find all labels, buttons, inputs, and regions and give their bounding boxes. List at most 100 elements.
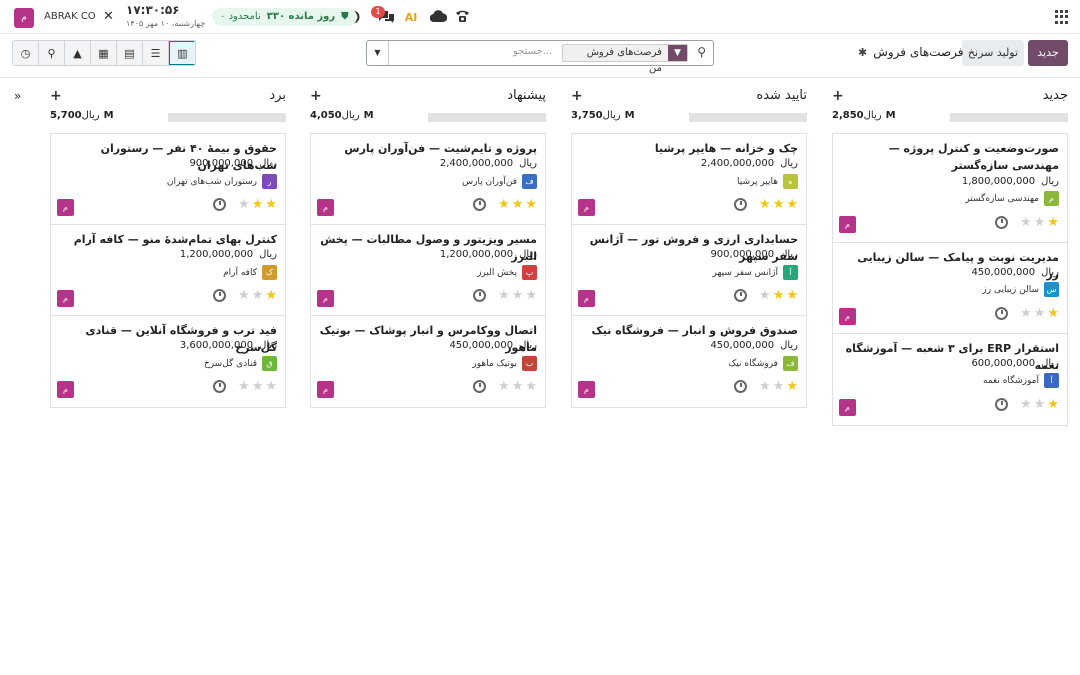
add-card-icon[interactable]: +: [571, 88, 583, 104]
search-input[interactable]: جستجو...: [513, 46, 552, 57]
star-icon[interactable]: ★: [265, 380, 277, 393]
star-icon[interactable]: ★: [773, 380, 785, 393]
owner-avatar[interactable]: م: [578, 290, 595, 307]
opportunity-card[interactable]: حقوق و بیمهٔ ۴۰ نفر — رستوران شب‌های تهر…: [51, 134, 285, 225]
owner-avatar[interactable]: م: [57, 290, 74, 307]
cloud-icon[interactable]: [429, 8, 447, 24]
opportunity-card[interactable]: چک و خزانه — هایپر پرشیا ریال 2,400,000,0…: [572, 134, 806, 225]
add-card-icon[interactable]: +: [310, 88, 322, 104]
column-progress-bar[interactable]: [950, 113, 1068, 122]
activity-clock-icon[interactable]: [213, 198, 226, 211]
star-icon[interactable]: ★: [1020, 216, 1032, 229]
search-facet[interactable]: ▼ فرصت‌های فروش من: [562, 44, 688, 74]
owner-avatar[interactable]: م: [57, 199, 74, 216]
facet-remove-icon[interactable]: [563, 45, 569, 61]
owner-avatar[interactable]: م: [839, 308, 856, 325]
star-icon[interactable]: ★: [773, 198, 785, 211]
priority-stars[interactable]: ★ ★ ★: [1020, 307, 1059, 320]
opportunity-card[interactable]: مسیر ویزیتور و وصول مطالبات — پخش البرز …: [311, 225, 545, 316]
star-icon[interactable]: ★: [1034, 398, 1046, 411]
star-icon[interactable]: ★: [498, 289, 510, 302]
owner-avatar[interactable]: م: [839, 399, 856, 416]
star-icon[interactable]: ★: [252, 289, 264, 302]
activity-clock-icon[interactable]: [213, 380, 226, 393]
star-icon[interactable]: ★: [759, 289, 771, 302]
priority-stars[interactable]: ★ ★ ★: [498, 289, 537, 302]
opportunity-card[interactable]: صورت‌وضعیت و کنترل پروژه — مهندسی سازه‌گ…: [833, 134, 1067, 243]
graph-view-icon[interactable]: ▲: [65, 41, 91, 65]
column-title[interactable]: تایید شده: [756, 88, 807, 103]
owner-avatar[interactable]: م: [578, 381, 595, 398]
priority-stars[interactable]: ★ ★ ★: [1020, 398, 1059, 411]
new-button[interactable]: جدید: [1028, 40, 1068, 66]
column-progress-bar[interactable]: [689, 113, 807, 122]
activity-clock-icon[interactable]: [995, 307, 1008, 320]
star-icon[interactable]: ★: [238, 198, 250, 211]
add-card-icon[interactable]: +: [50, 88, 62, 104]
star-icon[interactable]: ★: [1020, 398, 1032, 411]
star-icon[interactable]: ★: [786, 289, 798, 302]
activity-view-icon[interactable]: ◷: [13, 41, 39, 65]
star-icon[interactable]: ★: [252, 198, 264, 211]
star-icon[interactable]: ★: [252, 380, 264, 393]
star-icon[interactable]: ★: [265, 289, 277, 302]
opportunity-card[interactable]: فید ترب و فروشگاه آنلاین — قنادی گل‌سرخ …: [51, 316, 285, 407]
activity-clock-icon[interactable]: [734, 289, 747, 302]
star-icon[interactable]: ★: [265, 198, 277, 211]
star-icon[interactable]: ★: [786, 380, 798, 393]
star-icon[interactable]: ★: [1020, 307, 1032, 320]
opportunity-card[interactable]: کنترل بهای تمام‌شدهٔ منو — کافه آرام ریا…: [51, 225, 285, 316]
owner-avatar[interactable]: م: [317, 199, 334, 216]
priority-stars[interactable]: ★ ★ ★: [759, 198, 798, 211]
opportunity-card[interactable]: حسابداری ارزی و فروش تور — آژانس سفر سپه…: [572, 225, 806, 316]
star-icon[interactable]: ★: [759, 198, 771, 211]
column-title[interactable]: برد: [269, 88, 286, 103]
brand-logo[interactable]: م: [14, 8, 34, 28]
star-icon[interactable]: ★: [512, 198, 524, 211]
column-progress-bar[interactable]: [428, 113, 546, 122]
opportunity-card[interactable]: استقرار ERP برای ۳ شعبه — آموزشگاه نغمه …: [833, 334, 1067, 425]
star-icon[interactable]: ★: [786, 198, 798, 211]
star-icon[interactable]: ★: [512, 289, 524, 302]
tools-icon[interactable]: ✕: [103, 10, 117, 24]
activity-clock-icon[interactable]: [995, 398, 1008, 411]
priority-stars[interactable]: ★ ★ ★: [759, 289, 798, 302]
apps-menu-icon[interactable]: [1055, 10, 1069, 24]
activity-clock-icon[interactable]: [473, 380, 486, 393]
phone-icon[interactable]: [454, 8, 470, 24]
company-name[interactable]: ABRAK CO: [44, 11, 96, 22]
expand-columns-icon[interactable]: »: [14, 89, 21, 103]
star-icon[interactable]: ★: [759, 380, 771, 393]
owner-avatar[interactable]: م: [317, 381, 334, 398]
column-progress-bar[interactable]: [168, 113, 286, 122]
pivot-view-icon[interactable]: ▦: [91, 41, 117, 65]
star-icon[interactable]: ★: [525, 380, 537, 393]
column-title[interactable]: جدید: [1043, 88, 1068, 103]
star-icon[interactable]: ★: [498, 380, 510, 393]
list-view-icon[interactable]: ☰: [143, 41, 169, 65]
calendar-view-icon[interactable]: ▤: [117, 41, 143, 65]
opportunity-card[interactable]: اتصال ووکامرس و انبار پوشاک — بوتیک ماهو…: [311, 316, 545, 407]
star-icon[interactable]: ★: [238, 380, 250, 393]
star-icon[interactable]: ★: [238, 289, 250, 302]
priority-stars[interactable]: ★ ★ ★: [498, 380, 537, 393]
star-icon[interactable]: ★: [1047, 307, 1059, 320]
generate-leads-button[interactable]: تولید سرنخ: [962, 40, 1024, 66]
star-icon[interactable]: ★: [1034, 216, 1046, 229]
activity-clock-icon[interactable]: [734, 198, 747, 211]
column-title[interactable]: پیشنهاد: [507, 88, 546, 103]
owner-avatar[interactable]: م: [578, 199, 595, 216]
add-card-icon[interactable]: +: [832, 88, 844, 104]
activity-clock-icon[interactable]: [473, 198, 486, 211]
kanban-view-icon[interactable]: ▥: [169, 41, 195, 65]
search-bar[interactable]: ⚲ ▼ فرصت‌های فروش من جستجو... ▼: [366, 40, 714, 74]
star-icon[interactable]: ★: [512, 380, 524, 393]
ai-icon[interactable]: AI: [403, 8, 419, 26]
priority-stars[interactable]: ★ ★ ★: [238, 289, 277, 302]
owner-avatar[interactable]: م: [839, 216, 856, 233]
priority-stars[interactable]: ★ ★ ★: [238, 380, 277, 393]
opportunity-card[interactable]: صندوق فروش و انبار — فروشگاه نیک ریال 450…: [572, 316, 806, 407]
owner-avatar[interactable]: م: [57, 381, 74, 398]
gear-icon[interactable]: ✱: [858, 46, 867, 59]
star-icon[interactable]: ★: [525, 289, 537, 302]
